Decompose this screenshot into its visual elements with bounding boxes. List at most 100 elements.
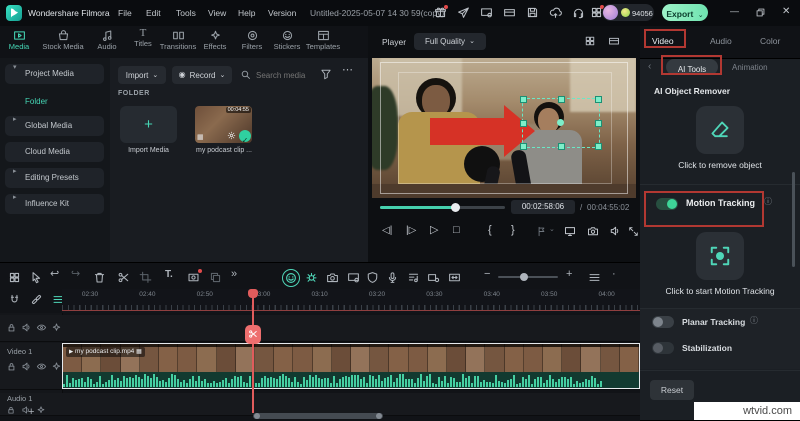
next-frame-button[interactable]: |▷ bbox=[406, 226, 416, 236]
tracking-center-point[interactable] bbox=[557, 119, 564, 126]
zoom-out-icon[interactable]: − bbox=[484, 269, 490, 280]
stop-button[interactable]: □ bbox=[453, 225, 460, 236]
export-button[interactable]: Export ⌄ bbox=[662, 4, 708, 21]
track-height-icon[interactable] bbox=[588, 271, 601, 284]
playhead-cap[interactable] bbox=[248, 289, 258, 298]
clip-settings-icon[interactable] bbox=[427, 271, 440, 284]
sidebar-item-folder[interactable]: Folder bbox=[5, 92, 104, 112]
delete-icon[interactable] bbox=[93, 271, 106, 284]
undo-icon[interactable]: ↩ bbox=[50, 269, 59, 280]
crop-icon[interactable] bbox=[139, 271, 152, 284]
more-tools-icon[interactable]: » bbox=[231, 269, 237, 280]
text-tool-icon[interactable]: T. bbox=[165, 270, 173, 280]
player-panel-icon[interactable] bbox=[608, 35, 620, 47]
fullscreen-icon[interactable] bbox=[628, 226, 639, 237]
sidebar-item-project-media[interactable]: ▾ Project Media bbox=[5, 64, 104, 84]
menu-help[interactable]: Help bbox=[238, 8, 255, 18]
right-panel-scrollbar[interactable] bbox=[792, 172, 795, 267]
overlay-track-lane[interactable] bbox=[0, 315, 640, 342]
subtab-animation[interactable]: Animation bbox=[732, 63, 768, 72]
play-button[interactable]: ▷ bbox=[430, 225, 438, 236]
stabilization-toggle[interactable] bbox=[652, 342, 674, 354]
audio-mixer-icon[interactable] bbox=[407, 271, 420, 284]
magnetic-snap-icon[interactable] bbox=[8, 293, 21, 306]
player-grid-icon[interactable] bbox=[584, 35, 596, 47]
gift-icon[interactable] bbox=[434, 6, 447, 19]
marker-chevron-icon[interactable]: ⌄ bbox=[549, 226, 555, 233]
add-track-button[interactable]: + bbox=[28, 407, 34, 418]
start-tracking-tile[interactable] bbox=[696, 232, 744, 280]
menu-file[interactable]: File bbox=[118, 8, 132, 18]
track-mute-icon[interactable] bbox=[21, 322, 32, 333]
planar-tracking-toggle[interactable] bbox=[652, 316, 674, 328]
marker-icon[interactable] bbox=[536, 226, 547, 237]
cloud-upload-icon[interactable] bbox=[549, 6, 562, 19]
link-clips-icon[interactable] bbox=[30, 293, 43, 306]
import-media-tile[interactable]: + bbox=[120, 106, 177, 143]
scrollbar-left-handle[interactable] bbox=[254, 413, 260, 419]
search-input[interactable] bbox=[254, 66, 320, 84]
video-preview[interactable] bbox=[372, 58, 636, 198]
tab-media[interactable]: Media bbox=[0, 28, 42, 56]
zoom-slider-handle[interactable] bbox=[520, 273, 528, 281]
track-keyframe-icon[interactable] bbox=[36, 405, 47, 416]
record-button[interactable]: ◉ Record ⌄ bbox=[172, 66, 232, 84]
sidebar-item-global-media[interactable]: ▸ Global Media bbox=[5, 116, 104, 136]
timeline-clip[interactable]: ▶ my podcast clip.mp4 ▦ bbox=[62, 343, 640, 389]
track-lock-icon[interactable] bbox=[6, 361, 17, 372]
voiceover-mic-icon[interactable] bbox=[386, 271, 399, 284]
filter-icon[interactable] bbox=[320, 68, 332, 80]
redo-icon[interactable]: ↪ bbox=[71, 269, 80, 280]
track-hide-icon[interactable] bbox=[36, 322, 47, 333]
playhead-scissors-badge[interactable] bbox=[245, 325, 261, 344]
sidebar-item-influence-kit[interactable]: ▸ Influence Kit bbox=[5, 194, 104, 214]
remove-object-tile[interactable] bbox=[696, 106, 744, 154]
face-reframe-icon[interactable] bbox=[282, 269, 300, 287]
shield-denoise-icon[interactable] bbox=[366, 271, 379, 284]
external-display-icon[interactable] bbox=[564, 225, 576, 237]
zoom-in-icon[interactable]: + bbox=[566, 269, 572, 280]
menu-view[interactable]: View bbox=[208, 8, 226, 18]
close-button[interactable]: ✕ bbox=[782, 7, 790, 17]
track-lock-icon[interactable] bbox=[6, 405, 17, 416]
mark-out-button[interactable]: } bbox=[511, 225, 515, 236]
playhead-line[interactable] bbox=[252, 289, 254, 413]
avatar[interactable] bbox=[603, 5, 618, 20]
share-icon[interactable] bbox=[457, 6, 470, 19]
seek-bar[interactable] bbox=[380, 206, 505, 209]
panel-layout-icon[interactable] bbox=[503, 6, 516, 19]
duplicate-icon[interactable] bbox=[209, 271, 222, 284]
sidebar-item-editing-presets[interactable]: ▸ Editing Presets bbox=[5, 168, 104, 188]
tracking-box[interactable] bbox=[522, 98, 600, 148]
sidebar-item-cloud-media[interactable]: Cloud Media bbox=[5, 142, 104, 162]
camera-effect-icon[interactable] bbox=[326, 271, 339, 284]
screen-recorder-icon[interactable] bbox=[480, 6, 493, 19]
select-cursor-icon[interactable] bbox=[29, 271, 42, 284]
more-options-icon[interactable]: ⋯ bbox=[342, 65, 353, 76]
mask-icon[interactable] bbox=[187, 271, 200, 284]
subtab-back-chevron[interactable]: ‹ bbox=[648, 62, 651, 72]
clip-thumbnail[interactable]: 00:04:55 ▦ ✓ bbox=[195, 106, 252, 143]
split-scissors-icon[interactable] bbox=[117, 271, 130, 284]
track-lock-icon[interactable] bbox=[6, 322, 17, 333]
timeline-h-scrollbar[interactable] bbox=[253, 413, 383, 419]
planar-tracking-info-icon[interactable]: ⓘ bbox=[750, 317, 758, 325]
quality-dropdown[interactable]: Full Quality ⌄ bbox=[414, 33, 486, 50]
snapshot-camera-icon[interactable] bbox=[587, 225, 599, 237]
track-hide-icon[interactable] bbox=[36, 361, 47, 372]
reset-button[interactable]: Reset bbox=[650, 380, 694, 400]
screen-record-icon[interactable] bbox=[347, 271, 360, 284]
scrollbar-right-handle[interactable] bbox=[376, 413, 382, 419]
save-icon[interactable] bbox=[526, 6, 539, 19]
account-pill[interactable]: 94056 bbox=[602, 4, 654, 21]
mark-in-button[interactable]: { bbox=[488, 225, 492, 236]
thumb-gear-icon[interactable] bbox=[227, 131, 236, 140]
ai-tools-bug-icon[interactable] bbox=[305, 271, 318, 284]
menu-edit[interactable]: Edit bbox=[146, 8, 161, 18]
motion-tracking-info-icon[interactable]: ⓘ bbox=[764, 198, 772, 206]
track-keyframe-icon[interactable] bbox=[51, 361, 62, 372]
timeline-zoom-slider[interactable] bbox=[498, 276, 558, 278]
support-headset-icon[interactable] bbox=[572, 6, 585, 19]
minimize-button[interactable]: — bbox=[730, 7, 739, 16]
restore-button[interactable] bbox=[755, 7, 768, 20]
